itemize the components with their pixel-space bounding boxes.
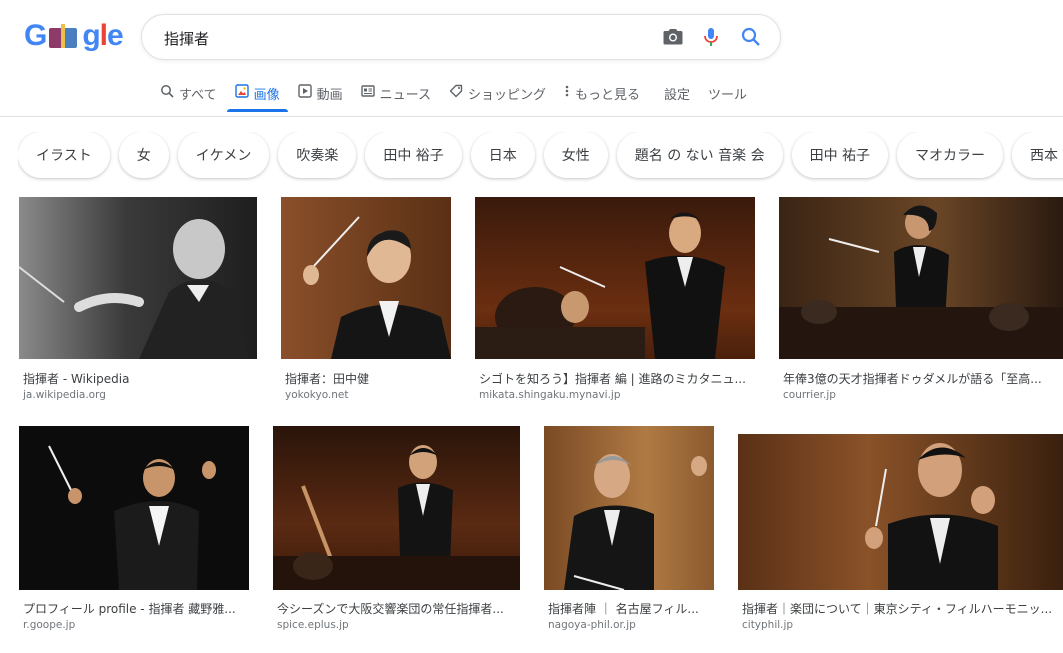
result-caption[interactable]: シゴトを知ろう】指揮者 編 | 進路のミカタニュ... [479,370,751,387]
tab-settings[interactable]: 設定 [664,80,690,112]
google-doodle-logo[interactable]: G gle [24,18,124,54]
result-site: mikata.shingaku.mynavi.jp [479,389,621,401]
result-caption[interactable]: 指揮者｜楽団について｜東京シティ・フィルハーモニッ... [742,600,1062,617]
result-site: cityphil.jp [742,619,794,631]
search-icon [161,85,174,98]
chip-untitled-concert[interactable]: 題名 の ない 音楽 会 [616,132,783,178]
chip-nishimoto-tomomi[interactable]: 西本 智実 [1012,132,1063,178]
result-site: r.goope.jp [23,619,76,631]
camera-icon[interactable] [661,25,685,49]
image-result[interactable]: シゴトを知ろう】指揮者 編 | 進路のミカタニュ... mikata.shing… [475,197,755,407]
image-icon [234,84,249,98]
image-result[interactable]: 今シーズンで大阪交響楽団の常任指揮者... spice.eplus.jp [273,426,520,636]
microphone-icon[interactable] [699,25,723,49]
search-box [141,14,781,60]
chip-female[interactable]: 女性 [543,132,608,178]
search-icon[interactable] [739,25,763,49]
search-tabs: すべて 画像 動画 ニュース ショッピング もっと見る 設定 ツール [160,80,765,116]
image-result[interactable]: 指揮者陣 ｜ 名古屋フィル... nagoya-phil.or.jp [544,426,714,636]
result-thumbnail[interactable] [738,434,1063,590]
result-thumbnail[interactable] [19,197,257,359]
more-vert-icon [565,85,569,97]
play-icon [297,84,312,98]
image-result[interactable]: 年俸3億の天才指揮者ドゥダメルが語る「至高... courrier.jp [779,197,1063,407]
chip-tanaka-yuko-2[interactable]: 田中 祐子 [791,132,889,178]
search-input[interactable] [162,25,636,51]
tab-tools[interactable]: ツール [708,80,747,112]
result-thumbnail[interactable] [273,426,520,590]
result-caption[interactable]: 指揮者陣 ｜ 名古屋フィル... [548,600,712,617]
chip-mao-collar[interactable]: マオカラー [897,132,1004,178]
result-site: yokokyo.net [285,389,349,401]
result-caption[interactable]: 今シーズンで大阪交響楽団の常任指揮者... [277,600,517,617]
chip-woman[interactable]: 女 [118,132,169,178]
result-site: spice.eplus.jp [277,619,349,631]
header: G gle すべて 画像 動画 ニュース [0,0,1063,117]
result-thumbnail[interactable] [281,197,451,359]
tab-images[interactable]: 画像 [226,80,288,112]
result-thumbnail[interactable] [475,197,755,359]
tab-more[interactable]: もっと見る [564,80,640,112]
tag-icon [449,84,463,98]
result-thumbnail[interactable] [544,426,714,590]
result-site: courrier.jp [783,389,836,401]
tab-shopping[interactable]: ショッピング [449,80,546,112]
tab-videos[interactable]: 動画 [297,80,343,112]
chip-tanaka-yuko[interactable]: 田中 裕子 [365,132,462,178]
result-caption[interactable]: プロフィール profile - 指揮者 藏野雅... [23,600,247,617]
image-result[interactable]: 指揮者｜楽団について｜東京シティ・フィルハーモニッ... cityphil.jp [738,426,1063,636]
result-site: ja.wikipedia.org [23,389,106,401]
gift-doodle-icon [47,22,81,50]
image-result[interactable]: 指揮者 - Wikipedia ja.wikipedia.org [19,197,257,407]
chip-japan[interactable]: 日本 [470,132,535,178]
related-search-chips: イラスト 女 イケメン 吹奏楽 田中 裕子 日本 女性 題名 の ない 音楽 会… [18,132,1063,182]
chip-brass-band[interactable]: 吹奏楽 [278,132,357,178]
newspaper-icon [360,85,375,97]
result-caption[interactable]: 指揮者 - Wikipedia [23,370,255,387]
result-caption[interactable]: 指揮者：田中健 [285,370,450,387]
tab-all[interactable]: すべて [160,80,217,112]
result-site: nagoya-phil.or.jp [548,619,636,631]
chip-ikemen[interactable]: イケメン [177,132,270,178]
result-caption[interactable]: 年俸3億の天才指揮者ドゥダメルが語る「至高... [783,370,1059,387]
tab-news[interactable]: ニュース [360,80,431,112]
result-thumbnail[interactable] [19,426,249,590]
chip-illust[interactable]: イラスト [18,132,110,178]
image-result[interactable]: プロフィール profile - 指揮者 藏野雅... r.goope.jp [19,426,249,636]
image-result[interactable]: 指揮者：田中健 yokokyo.net [281,197,451,407]
result-thumbnail[interactable] [779,197,1063,359]
